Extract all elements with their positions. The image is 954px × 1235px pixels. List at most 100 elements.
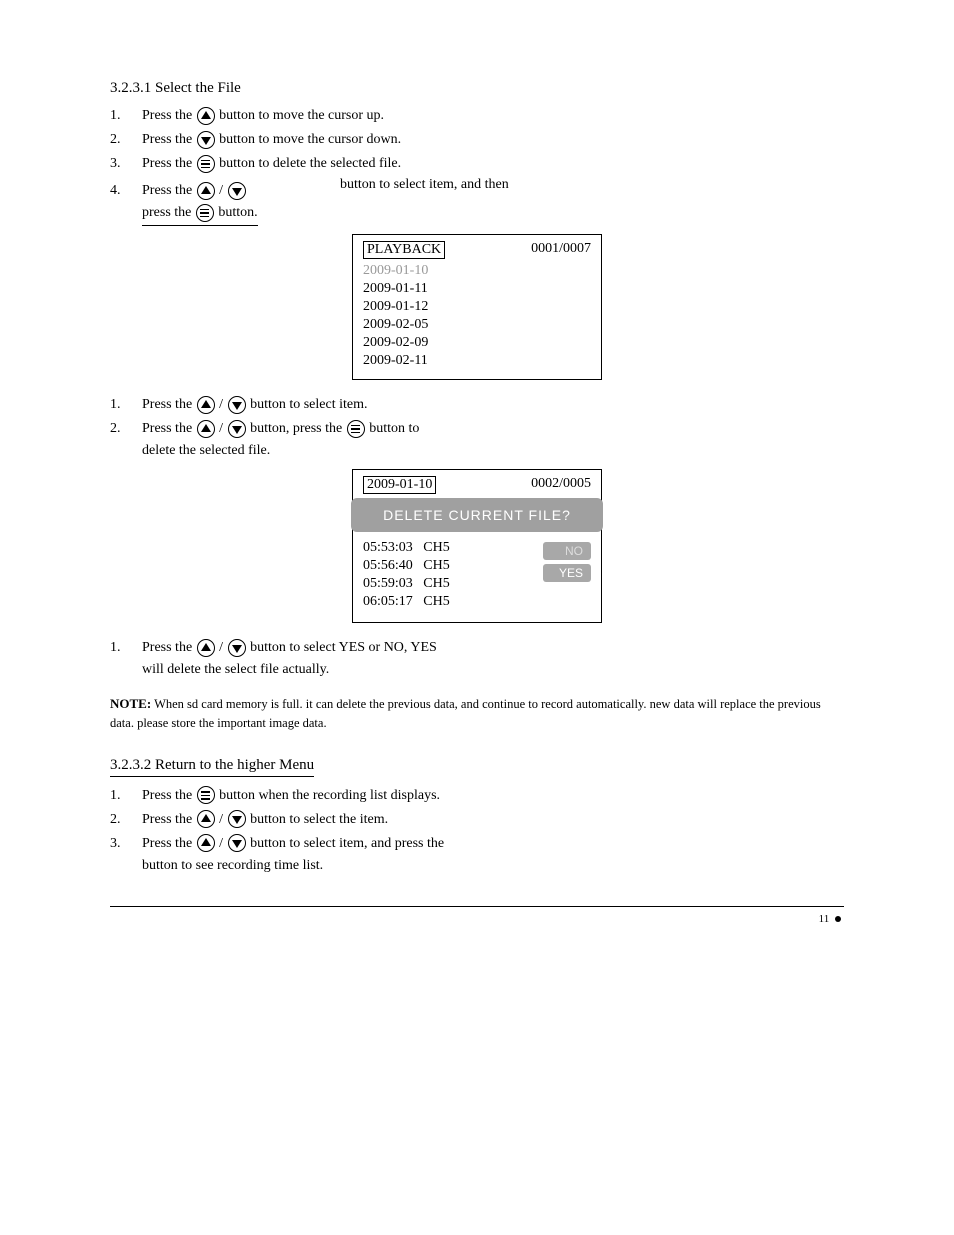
page-number: 11 bbox=[819, 913, 830, 925]
list-item[interactable]: 05:56:40 CH5 bbox=[363, 558, 450, 574]
step-num: 3. bbox=[110, 153, 142, 174]
step-row: 4. Press the / bbox=[110, 180, 320, 201]
arrow-down-icon bbox=[228, 810, 246, 828]
text: button to select item. bbox=[250, 397, 367, 412]
step-num: 1. bbox=[110, 394, 142, 415]
text: Press the bbox=[142, 108, 196, 123]
text: Press the bbox=[142, 156, 196, 171]
list-item[interactable]: 2009-02-05 bbox=[363, 317, 591, 333]
step-num: 4. bbox=[110, 180, 142, 201]
arrow-down-icon bbox=[228, 639, 246, 657]
step-row: 1. Press the button when the recording l… bbox=[110, 785, 844, 806]
step-num: 1. bbox=[110, 105, 142, 126]
arrow-down-icon bbox=[228, 396, 246, 414]
step-text: Press the button when the recording list… bbox=[142, 785, 844, 806]
dialog-prompt: DELETE CURRENT FILE? bbox=[351, 498, 603, 532]
text: Press the bbox=[142, 397, 196, 412]
section-title: 3.2.3.2 Return to the higher Menu bbox=[110, 757, 844, 777]
delete-dialog-screen: 2009-01-10 0002/0005 DELETE CURRENT FILE… bbox=[352, 469, 602, 623]
arrow-up-icon bbox=[197, 639, 215, 657]
step-row: 2. Press the / button to select the item… bbox=[110, 809, 844, 830]
dialog-date: 2009-01-10 bbox=[363, 476, 436, 494]
step-row: 3. Press the button to delete the select… bbox=[110, 153, 844, 174]
step-num: 2. bbox=[110, 129, 142, 150]
dialog-counter: 0002/0005 bbox=[531, 476, 591, 494]
step-row: button to see recording time list. bbox=[110, 855, 844, 876]
step-row: press the button. bbox=[110, 202, 844, 226]
step-text: Press the button to delete the selected … bbox=[142, 153, 844, 174]
step-text: Press the / button to select item, and p… bbox=[142, 833, 844, 854]
step-num: 3. bbox=[110, 833, 142, 854]
text: Press the bbox=[142, 132, 196, 147]
text: / bbox=[219, 397, 223, 412]
text: / bbox=[219, 421, 223, 436]
step-row: will delete the select file actually. bbox=[110, 659, 844, 680]
step-row: 3. Press the / button to select item, an… bbox=[110, 833, 844, 854]
text: Press the bbox=[142, 836, 196, 851]
list-item[interactable]: 05:59:03 CH5 bbox=[363, 576, 450, 592]
arrow-up-icon bbox=[197, 420, 215, 438]
text: Press the bbox=[142, 183, 196, 198]
text: button to delete the selected file. bbox=[219, 156, 401, 171]
underlined-text: press the button. bbox=[142, 202, 258, 226]
text: button to move the cursor down. bbox=[219, 132, 401, 147]
step-text: will delete the select file actually. bbox=[142, 659, 844, 680]
no-button[interactable]: NO bbox=[543, 542, 591, 560]
list-item[interactable]: 06:05:17 CH5 bbox=[363, 594, 450, 610]
step-row: 2. Press the button to move the cursor d… bbox=[110, 129, 844, 150]
bullet-icon bbox=[835, 916, 841, 922]
list-item[interactable]: 2009-02-09 bbox=[363, 335, 591, 351]
step-text-cont: button to select item, and then bbox=[340, 177, 844, 193]
text: Press the bbox=[142, 421, 196, 436]
playback-list: 2009-01-10 2009-01-11 2009-01-12 2009-02… bbox=[363, 263, 591, 369]
text: / bbox=[219, 836, 223, 851]
text: button to select item, and press the bbox=[250, 836, 444, 851]
list-item[interactable]: 2009-01-10 bbox=[363, 263, 591, 279]
footer-rule bbox=[110, 906, 844, 907]
text: button to move the cursor up. bbox=[219, 108, 384, 123]
text: button to select item, and then bbox=[340, 177, 509, 192]
time-list: 05:53:03 CH5 05:56:40 CH5 05:59:03 CH5 0… bbox=[363, 538, 450, 612]
step-row: 1. Press the / button to select YES or N… bbox=[110, 637, 844, 658]
text: button to select YES or NO, YES bbox=[250, 640, 437, 655]
step-text: Press the / button to select the item. bbox=[142, 809, 844, 830]
step-text: Press the / button, press the button to bbox=[142, 418, 844, 439]
list-item[interactable]: 05:53:03 CH5 bbox=[363, 540, 450, 556]
page-footer: 11 bbox=[110, 913, 844, 925]
step-text: Press the / button to select YES or NO, … bbox=[142, 637, 844, 658]
note-block: NOTE: When sd card memory is full. it ca… bbox=[110, 694, 844, 733]
text: / bbox=[219, 183, 223, 198]
arrow-up-icon bbox=[197, 182, 215, 200]
step-text: delete the selected file. bbox=[142, 440, 844, 461]
step-num: 2. bbox=[110, 418, 142, 439]
text: Press the bbox=[142, 812, 196, 827]
text: Press the bbox=[142, 788, 196, 803]
text: button. bbox=[218, 205, 257, 220]
list-item[interactable]: 2009-02-11 bbox=[363, 353, 591, 369]
note-title: NOTE: bbox=[110, 696, 151, 711]
section-title: 3.2.3.1 Select the File bbox=[110, 80, 844, 97]
text: press the bbox=[142, 205, 195, 220]
step-text: button to see recording time list. bbox=[142, 855, 844, 876]
step-row: 2. Press the / button, press the button … bbox=[110, 418, 844, 439]
menu-icon bbox=[196, 204, 214, 222]
playback-counter: 0001/0007 bbox=[531, 241, 591, 259]
arrow-up-icon bbox=[197, 810, 215, 828]
menu-icon bbox=[347, 420, 365, 438]
step-num: 2. bbox=[110, 809, 142, 830]
arrow-down-icon bbox=[228, 834, 246, 852]
step-num: 1. bbox=[110, 785, 142, 806]
text: Press the bbox=[142, 640, 196, 655]
menu-icon bbox=[197, 786, 215, 804]
playback-screen: PLAYBACK 0001/0007 2009-01-10 2009-01-11… bbox=[352, 234, 602, 380]
yes-button[interactable]: YES bbox=[543, 564, 591, 582]
arrow-up-icon bbox=[197, 396, 215, 414]
step-text: Press the / bbox=[142, 180, 320, 201]
list-item[interactable]: 2009-01-12 bbox=[363, 299, 591, 315]
menu-icon bbox=[197, 155, 215, 173]
list-item[interactable]: 2009-01-11 bbox=[363, 281, 591, 297]
arrow-down-icon bbox=[228, 420, 246, 438]
step-text: Press the button to move the cursor up. bbox=[142, 105, 844, 126]
text: button to bbox=[369, 421, 419, 436]
text: button when the recording list displays. bbox=[219, 788, 440, 803]
